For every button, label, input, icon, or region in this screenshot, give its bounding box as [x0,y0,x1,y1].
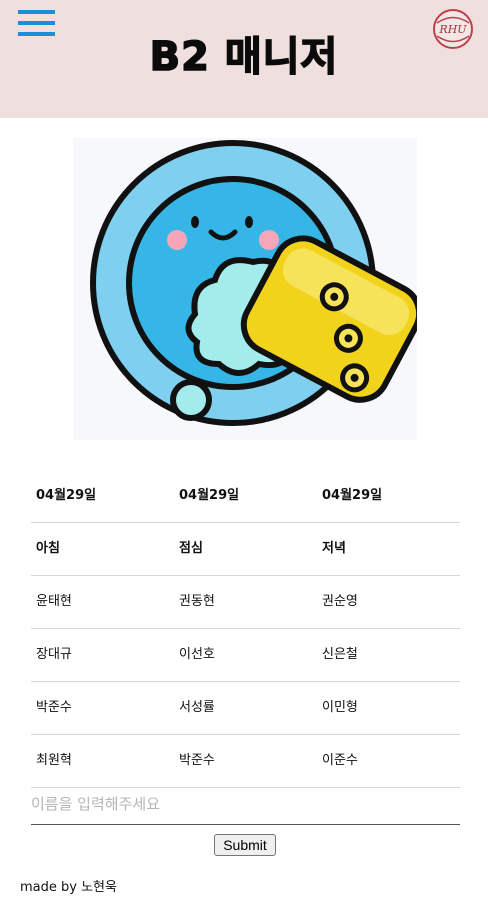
table-row: 윤태현 권동현 권순영 [31,576,460,629]
name-cell: 박준수 [36,700,72,715]
date-cell: 04월29일 [322,488,383,503]
meal-lunch-header: 점심 [179,541,203,556]
table-row: 장대규 이선호 신은철 [31,629,460,682]
table-row: 박준수 서성률 이민형 [31,682,460,735]
rhu-logo[interactable]: RHU [432,8,474,50]
meal-schedule-table: 04월29일 04월29일 04월29일 아침 점심 저녁 윤태현 권동현 권순… [31,470,460,788]
name-cell: 최원혁 [36,753,72,768]
submit-button[interactable]: Submit [214,834,276,856]
name-cell: 이선호 [179,647,215,662]
name-cell: 장대규 [36,647,72,662]
name-cell: 윤태현 [36,594,72,609]
name-cell: 권순영 [322,594,358,609]
menu-bar-top [18,10,55,14]
meal-header-row: 아침 점심 저녁 [31,523,460,576]
name-cell: 신은철 [322,647,358,662]
date-header-row: 04월29일 04월29일 04월29일 [31,470,460,523]
table-row: 최원혁 박준수 이준수 [31,735,460,788]
date-cell: 04월29일 [36,488,97,503]
hero-image [73,138,423,440]
meal-breakfast-header: 아침 [36,541,60,556]
page-title: B2 매니저 [149,33,339,81]
logo-text: RHU [438,23,467,36]
date-cell: 04월29일 [179,488,240,503]
name-cell: 이민형 [322,700,358,715]
name-input[interactable] [31,784,460,825]
meal-dinner-header: 저녁 [322,541,346,556]
dish-sponge-icon [90,140,423,426]
name-cell: 박준수 [179,753,215,768]
name-cell: 이준수 [322,753,358,768]
name-cell: 서성률 [179,700,215,715]
app-header: B2 매니저 RHU [0,0,488,118]
footer-credit: made by 노현욱 [20,880,117,895]
name-cell: 권동현 [179,594,215,609]
